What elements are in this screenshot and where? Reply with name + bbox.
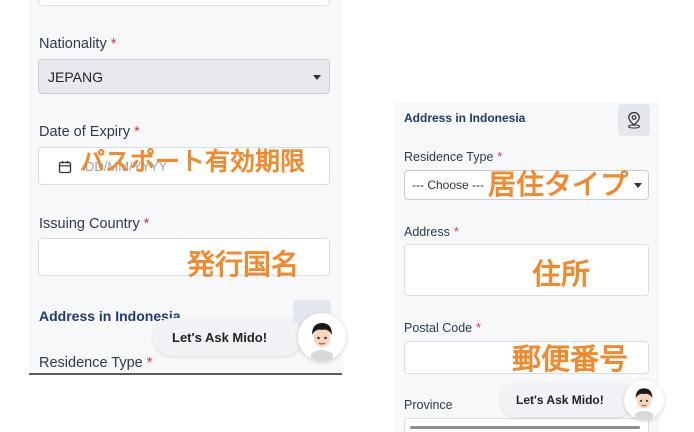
map-pin-button-right[interactable] (618, 104, 650, 136)
annotation-passport-expiry: パスポート有効期限 (80, 147, 306, 176)
mido-avatar[interactable] (298, 313, 346, 361)
residence-type-label-right: Residence Type * (404, 150, 503, 164)
previous-field[interactable] (38, 0, 330, 6)
map-pin-icon (628, 111, 640, 129)
mido-avatar-right[interactable] (624, 380, 664, 420)
province-label: Province (404, 398, 453, 412)
ask-mido-button-right[interactable]: Let's Ask Mido! (500, 383, 634, 417)
issuing-country-label: Issuing Country * (39, 216, 150, 232)
nationality-label: Nationality * (39, 36, 117, 52)
address-section-title-right: Address in Indonesia (404, 111, 526, 125)
date-of-expiry-label: Date of Expiry * (39, 124, 140, 140)
scroll-indicator[interactable] (410, 426, 640, 429)
annotation-postal-code: 郵便番号 (512, 342, 629, 376)
address-label: Address * (404, 225, 459, 239)
ask-mido-button[interactable]: Let's Ask Mido! (153, 318, 303, 356)
mido-avatar-icon (624, 380, 664, 420)
ask-mido-label: Let's Ask Mido! (172, 329, 268, 345)
annotation-residence-type: 居住タイプ (488, 168, 629, 201)
postal-code-label: Postal Code * (404, 321, 481, 335)
chevron-down-icon (313, 75, 321, 80)
mido-avatar-icon (298, 313, 346, 361)
chevron-down-icon-right (634, 183, 642, 188)
annotation-issuing-country: 発行国名 (187, 248, 300, 281)
residence-type-label: Residence Type * (39, 355, 153, 371)
province-select[interactable] (404, 418, 649, 432)
nationality-select[interactable]: JEPANG (38, 59, 330, 94)
annotation-address: 住所 (532, 257, 591, 291)
residence-type-value: --- Choose --- (412, 178, 485, 192)
left-bottom-edge (29, 373, 342, 375)
calendar-icon (58, 161, 72, 174)
address-textarea[interactable] (404, 244, 649, 296)
ask-mido-label-right: Let's Ask Mido! (516, 393, 604, 407)
nationality-value: JEPANG (48, 69, 103, 85)
